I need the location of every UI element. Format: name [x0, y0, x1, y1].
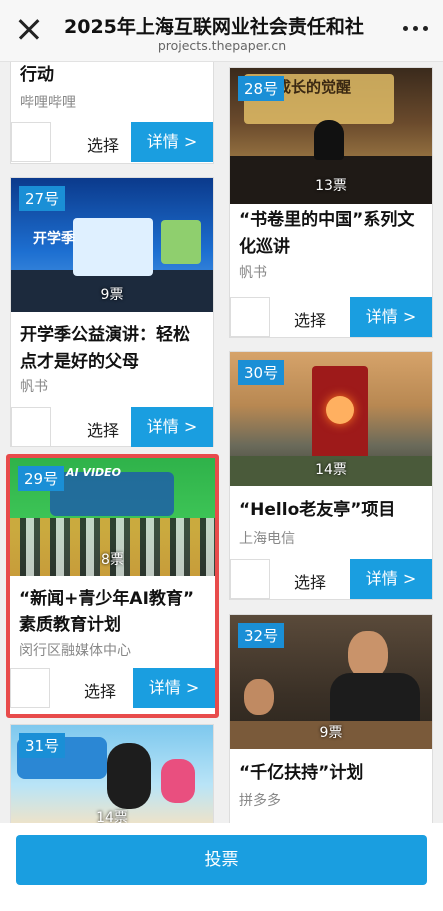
number-badge: 31号	[19, 733, 66, 758]
detail-button[interactable]: 详情 >	[133, 668, 215, 708]
card-title-line2: 点才是好的父母	[20, 352, 139, 372]
vote-count: 13票	[315, 178, 347, 194]
card-org: 哔哩哔哩	[20, 95, 76, 111]
project-card-29: AI VIDEO 29号 8票 “新闻+青少年AI教育” 素质教育计划 闵行区融…	[6, 454, 219, 718]
image-text: AI VIDEO	[66, 466, 122, 479]
select-checkbox[interactable]	[230, 559, 270, 599]
project-card-27: 开学季 27号 9票 开学季公益演讲：轻松 点才是好的父母 帆书 选择 详情 >	[10, 177, 214, 447]
image-text: 成长的觉醒	[276, 78, 352, 96]
vote-count: 9票	[319, 725, 343, 741]
image-text: 开学季	[33, 231, 75, 247]
select-checkbox[interactable]	[11, 122, 51, 162]
project-card-28: 成长的觉醒 28号 13票 “书卷里的中国”系列文 化巡讲 帆书 选择 详情 >	[229, 67, 433, 338]
page-title: 2025年上海互联网业社会责任和社	[64, 16, 364, 38]
card-title-line1: “书卷里的中国”系列文	[239, 210, 415, 230]
vote-count: 8票	[101, 552, 124, 568]
bottom-bar: 投票	[0, 823, 443, 911]
select-checkbox[interactable]	[10, 668, 50, 708]
select-checkbox[interactable]	[11, 407, 51, 447]
select-checkbox[interactable]	[230, 297, 270, 337]
card-title-line1: 开学季公益演讲：轻松	[20, 325, 190, 345]
card-title-line1: “新闻+青少年AI教育”	[19, 589, 195, 609]
more-icon[interactable]	[403, 26, 429, 34]
detail-button[interactable]: 详情 >	[131, 122, 213, 162]
page-url: projects.thepaper.cn	[157, 38, 287, 53]
card-title: “Hello老友亭”项目	[239, 500, 396, 520]
project-card-32: 32号 9票 “千亿扶持”计划 拼多多	[229, 614, 433, 824]
detail-button[interactable]: 详情 >	[131, 407, 213, 447]
card-org: 上海电信	[239, 531, 295, 547]
select-label[interactable]: 选择	[270, 569, 350, 593]
number-badge: 29号	[18, 466, 65, 491]
project-card-31: 31号 14票	[10, 724, 214, 826]
detail-button[interactable]: 详情 >	[350, 559, 432, 599]
card-org: 帆书	[239, 265, 267, 281]
top-bar: 2025年上海互联网业社会责任和社 projects.thepaper.cn	[0, 0, 443, 62]
detail-button[interactable]: 详情 >	[350, 297, 432, 337]
number-badge: 32号	[238, 623, 285, 648]
close-icon[interactable]	[14, 14, 44, 44]
card-title: 行动	[20, 65, 54, 85]
vote-count: 9票	[100, 287, 124, 303]
select-label[interactable]: 选择	[270, 307, 350, 331]
number-badge: 28号	[238, 76, 285, 101]
vote-count: 14票	[315, 462, 347, 478]
project-card-30: 30号 14票 “Hello老友亭”项目 上海电信 选择 详情 >	[229, 351, 433, 600]
card-org: 闵行区融媒体中心	[19, 643, 131, 659]
card-org: 拼多多	[239, 793, 281, 809]
vote-button[interactable]: 投票	[16, 835, 427, 885]
card-title-line2: 素质教育计划	[19, 615, 121, 635]
project-card-bilibili: 行动 哔哩哔哩 选择 详情 >	[10, 48, 214, 164]
card-org: 帆书	[20, 379, 48, 395]
card-title: “千亿扶持”计划	[239, 763, 364, 783]
number-badge: 30号	[238, 360, 285, 385]
card-title-line2: 化巡讲	[239, 237, 290, 257]
number-badge: 27号	[19, 186, 66, 211]
select-label[interactable]: 选择	[60, 678, 140, 702]
